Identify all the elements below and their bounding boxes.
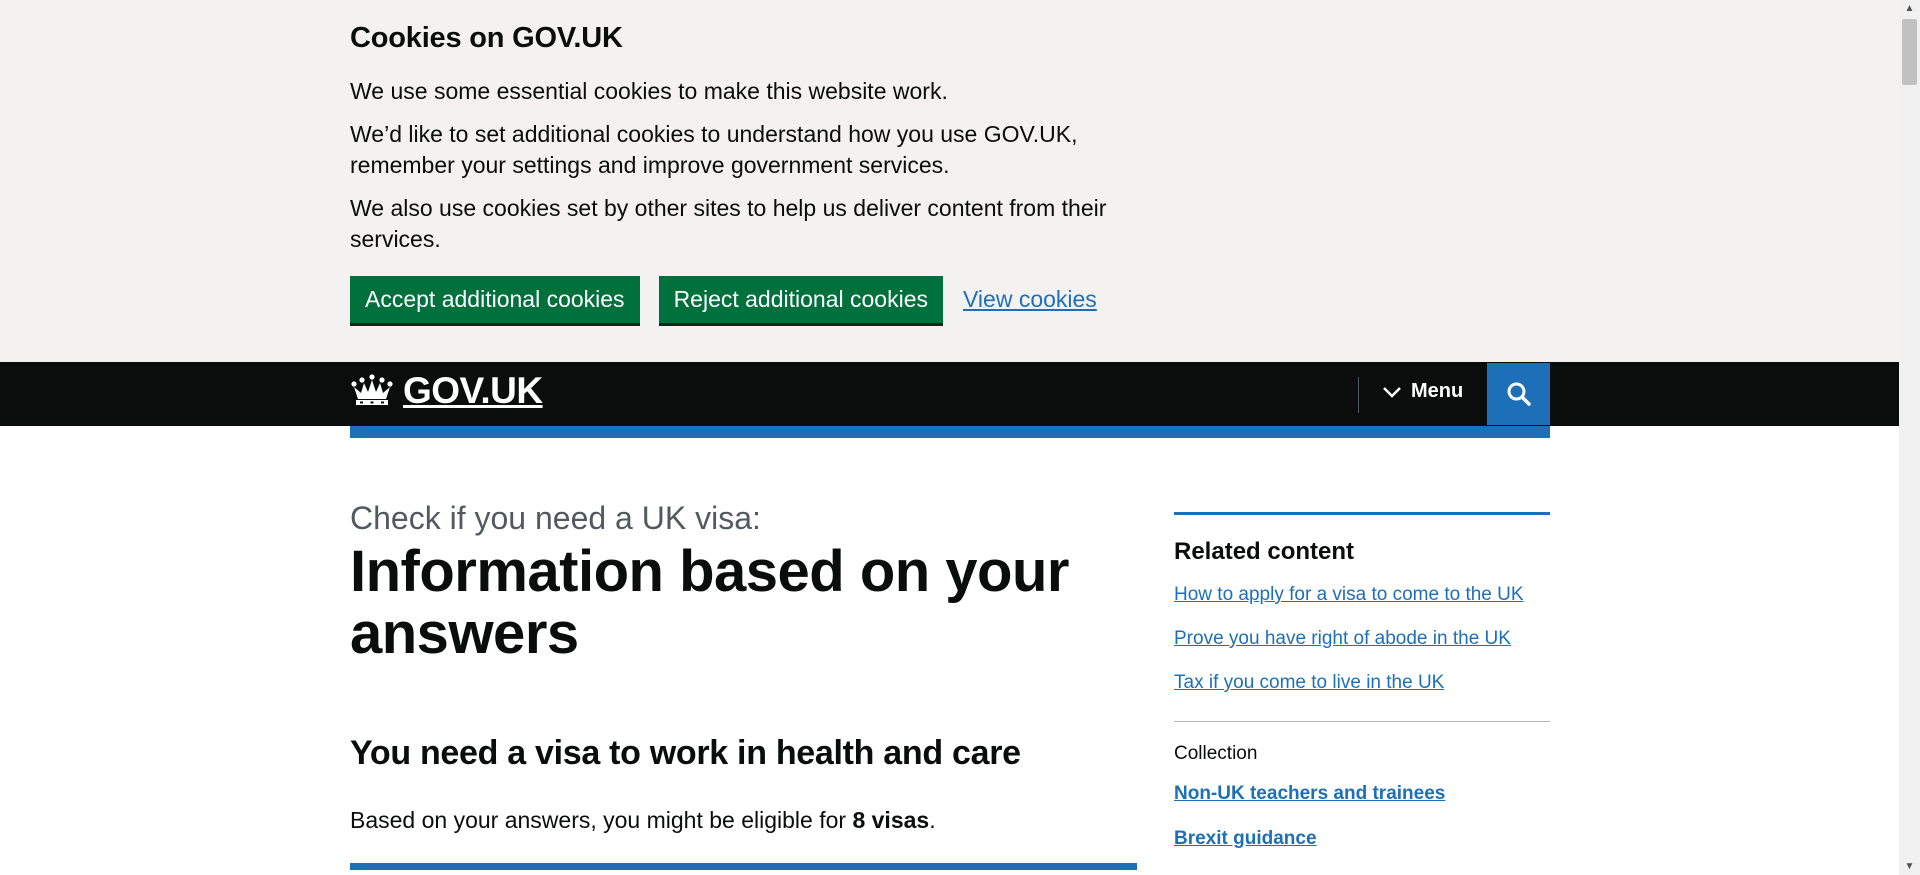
scroll-up-arrow-icon[interactable]: ▲ [1899, 0, 1920, 17]
sidebar-top-border [1174, 512, 1550, 515]
list-item: Tax if you come to live in the UK [1174, 670, 1550, 696]
reject-cookies-button[interactable]: Reject additional cookies [658, 276, 943, 323]
related-content-title: Related content [1174, 538, 1355, 565]
scroll-down-arrow-icon[interactable]: ▼ [1899, 858, 1920, 875]
collection-links-list: Non-UK teachers and trainees Brexit guid… [1174, 781, 1550, 852]
list-item: Brexit guidance [1174, 826, 1550, 852]
related-links-list: How to apply for a visa to come to the U… [1174, 582, 1550, 696]
collection-label: Collection [1174, 743, 1258, 764]
related-link-apply-visa[interactable]: How to apply for a visa to come to the U… [1174, 584, 1524, 605]
related-link-right-of-abode[interactable]: Prove you have right of abode in the UK [1174, 628, 1511, 649]
site-header: GOV.UK Menu [0, 362, 1899, 426]
sidebar-divider [1174, 721, 1550, 722]
content-blue-line [350, 863, 1137, 870]
related-link-tax[interactable]: Tax if you come to live in the UK [1174, 672, 1444, 693]
cookie-banner-content: Cookies on GOV.UK We use some essential … [350, 20, 1110, 267]
result-heading: You need a visa to work in health and ca… [350, 734, 1021, 772]
eligibility-text: Based on your answers, you might be elig… [350, 805, 1140, 835]
collection-link-teachers[interactable]: Non-UK teachers and trainees [1174, 783, 1445, 804]
page-viewport: Cookies on GOV.UK We use some essential … [0, 0, 1899, 875]
main-content: Check if you need a UK visa: Information… [350, 496, 1140, 835]
cookie-banner-title: Cookies on GOV.UK [350, 22, 623, 54]
menu-button[interactable]: Menu [1383, 380, 1463, 403]
header-blue-bar [350, 426, 1550, 438]
page-caption: Check if you need a UK visa: [350, 500, 761, 536]
list-item: Non-UK teachers and trainees [1174, 781, 1550, 807]
menu-divider [1358, 377, 1359, 413]
chevron-down-icon [1383, 386, 1401, 398]
view-cookies-link[interactable]: View cookies [963, 286, 1097, 313]
related-sidebar: Related content How to apply for a visa … [1174, 512, 1550, 871]
govuk-logo-text: GOV.UK [403, 370, 543, 411]
accept-cookies-button[interactable]: Accept additional cookies [350, 276, 640, 323]
scrollbar-thumb[interactable] [1902, 19, 1917, 85]
cookie-text-third-party: We also use cookies set by other sites t… [350, 195, 1107, 252]
vertical-scrollbar[interactable]: ▲ ▼ [1899, 0, 1920, 875]
eligibility-text-prefix: Based on your answers, you might be elig… [350, 807, 853, 833]
page-title: Information based on your answers [350, 539, 1070, 666]
eligibility-text-suffix: . [929, 807, 936, 833]
cookie-text-essential: We use some essential cookies to make th… [350, 78, 948, 104]
menu-label: Menu [1411, 380, 1464, 402]
crown-icon [351, 374, 393, 405]
collection-link-brexit[interactable]: Brexit guidance [1174, 828, 1317, 849]
govuk-logo-link[interactable]: GOV.UK [350, 370, 543, 412]
list-item: Prove you have right of abode in the UK [1174, 626, 1550, 652]
cookie-text-additional: We’d like to set additional cookies to u… [350, 121, 1078, 178]
cookie-actions: Accept additional cookies Reject additio… [350, 276, 1097, 323]
search-button[interactable] [1487, 363, 1550, 425]
visa-count: 8 visas [852, 807, 930, 833]
list-item: How to apply for a visa to come to the U… [1174, 582, 1550, 608]
search-icon [1507, 382, 1531, 406]
